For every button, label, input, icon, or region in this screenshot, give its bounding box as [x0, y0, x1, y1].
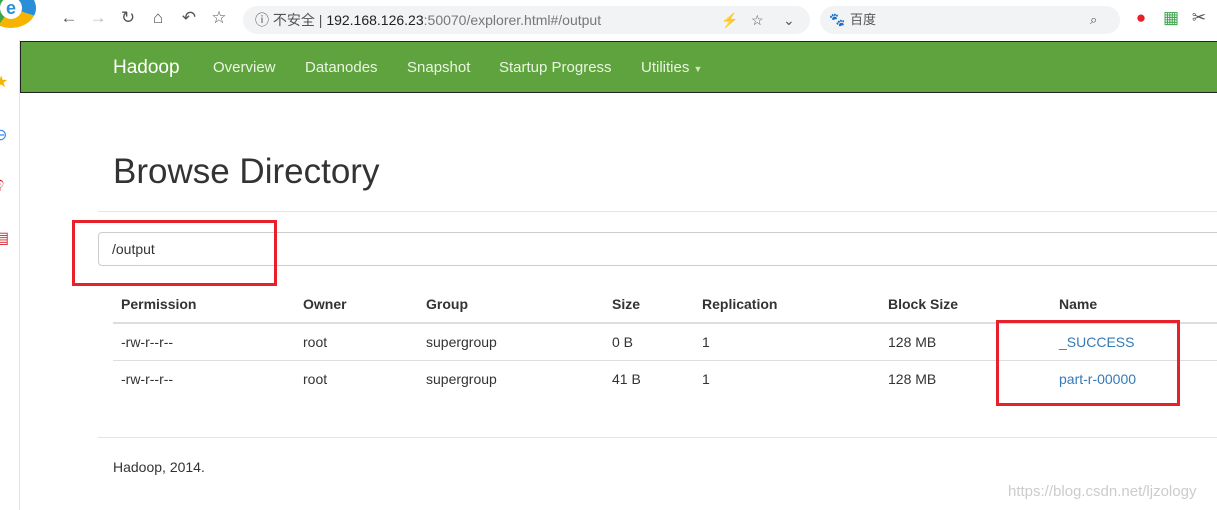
url-rest: :50070/explorer.html#/output — [423, 12, 602, 28]
cell-permission: -rw-r--r-- — [113, 323, 295, 361]
history-icon[interactable]: ⊖ — [0, 125, 7, 145]
navbar: Hadoop Overview Datanodes Snapshot Start… — [20, 41, 1217, 93]
forward-icon[interactable]: → — [87, 8, 109, 28]
reload-icon[interactable]: ↻ — [117, 8, 139, 28]
address-bar[interactable]: ⓘ 不安全 | 192.168.126.23:50070/explorer.ht… — [243, 6, 810, 34]
nav-utilities[interactable]: Utilities ▼ — [641, 59, 702, 76]
cell-owner: root — [303, 370, 328, 387]
col-block-size[interactable]: Block Size — [880, 286, 1051, 324]
url-host: 192.168.126.23 — [326, 12, 424, 28]
nav-overview[interactable]: Overview — [213, 59, 276, 76]
watermark: https://blog.csdn.net/ljzology — [1008, 483, 1197, 500]
favorites-icon[interactable]: ★ — [0, 72, 8, 92]
caret-down-icon: ▼ — [693, 64, 703, 74]
search-engine-label: 百度 — [850, 12, 877, 27]
col-size[interactable]: Size — [604, 286, 694, 324]
col-group[interactable]: Group — [418, 286, 604, 324]
apps-icon[interactable]: ▦ — [1160, 8, 1182, 28]
cell-group: supergroup — [426, 370, 497, 387]
weibo-icon[interactable]: ● — [1130, 8, 1152, 28]
cell-replication: 1 — [694, 323, 880, 361]
nav-startup-progress[interactable]: Startup Progress — [499, 59, 612, 76]
cell-group: supergroup — [418, 323, 604, 361]
divider — [98, 211, 1217, 212]
nav-utilities-label: Utilities — [641, 59, 690, 76]
search-icon[interactable]: ⌕ — [1090, 6, 1097, 34]
footer-text: Hadoop, 2014. — [113, 459, 205, 475]
browser-logo-icon: e — [0, 0, 36, 28]
brand-link[interactable]: Hadoop — [113, 57, 180, 79]
col-owner[interactable]: Owner — [295, 286, 418, 324]
cell-size: 0 B — [604, 323, 694, 361]
security-label: 不安全 — [272, 12, 315, 28]
scissors-icon[interactable]: ✂ — [1188, 8, 1210, 28]
reader-icon[interactable]: ▤ — [0, 228, 9, 248]
col-permission[interactable]: Permission — [113, 286, 295, 324]
cell-size: 41 B — [612, 370, 641, 387]
browser-sidebar: ★ ⊖ ඉ ▤ — [0, 40, 20, 510]
col-name[interactable]: Name — [1051, 286, 1217, 324]
highlight-box-names — [996, 320, 1180, 406]
highlight-box-path — [72, 220, 277, 286]
weibo-side-icon[interactable]: ඉ — [0, 175, 4, 193]
nav-datanodes[interactable]: Datanodes — [305, 59, 378, 76]
info-icon: ⓘ — [255, 12, 273, 28]
back-icon[interactable]: ← — [58, 8, 80, 28]
undo-icon[interactable]: ↶ — [178, 8, 200, 28]
page-title: Browse Directory — [113, 152, 380, 191]
home-icon[interactable]: ⌂ — [147, 8, 169, 28]
col-replication[interactable]: Replication — [694, 286, 880, 324]
cell-replication: 1 — [702, 370, 710, 387]
dropdown-icon[interactable]: ⌄ — [783, 6, 795, 34]
favorite-icon[interactable]: ☆ — [751, 6, 764, 34]
footer-divider — [98, 437, 1217, 438]
cell-permission: -rw-r--r-- — [121, 370, 174, 387]
baidu-icon: 🐾 — [829, 12, 846, 27]
nav-snapshot[interactable]: Snapshot — [407, 59, 470, 76]
lightning-icon[interactable]: ⚡ — [721, 6, 738, 34]
search-box[interactable]: 🐾 百度 ⌕ — [820, 6, 1120, 34]
browser-toolbar: e ← → ↻ ⌂ ↶ ☆ ⓘ 不安全 | 192.168.126.23:500… — [0, 0, 1217, 40]
bookmark-star-icon[interactable]: ☆ — [208, 8, 230, 28]
cell-owner: root — [295, 323, 418, 361]
